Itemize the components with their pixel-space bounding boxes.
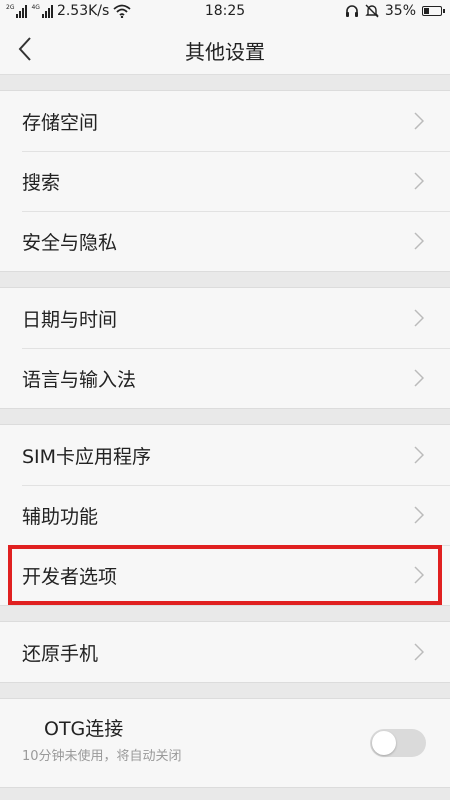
settings-item-search[interactable]: 搜索 — [0, 151, 450, 211]
settings-item-datetime[interactable]: 日期与时间 — [0, 288, 450, 348]
mute-icon — [365, 4, 379, 18]
toggle-knob — [372, 731, 396, 755]
chevron-right-icon — [414, 566, 424, 584]
settings-group-storage: 存储空间 搜索 安全与隐私 — [0, 90, 450, 272]
nav-bar: 其他设置 — [0, 24, 450, 75]
settings-item-label: 存储空间 — [22, 111, 99, 134]
settings-item-reset-phone[interactable]: 还原手机 — [0, 622, 450, 682]
status-bar: 2G 4G 2.53K/s 18:25 35% — [0, 0, 450, 24]
chevron-right-icon — [414, 309, 424, 327]
settings-item-label: 开发者选项 — [22, 565, 118, 588]
settings-item-sim-apps[interactable]: SIM卡应用程序 — [0, 425, 450, 485]
battery-percent: 35% — [384, 3, 416, 19]
settings-item-label: 辅助功能 — [22, 505, 99, 528]
otg-toggle[interactable] — [370, 729, 426, 757]
settings-item-label: 搜索 — [22, 171, 61, 194]
settings-item-security[interactable]: 安全与隐私 — [0, 211, 450, 271]
chevron-right-icon — [414, 112, 424, 130]
settings-item-storage[interactable]: 存储空间 — [0, 91, 450, 151]
settings-item-label: 日期与时间 — [22, 308, 118, 331]
settings-item-otg: OTG连接 10分钟未使用，将自动关闭 — [0, 699, 450, 787]
chevron-right-icon — [414, 506, 424, 524]
settings-group-apps: SIM卡应用程序 辅助功能 开发者选项 — [0, 424, 450, 606]
page-title: 其他设置 — [185, 40, 265, 64]
settings-group-reset: 还原手机 — [0, 621, 450, 683]
settings-group-otg: OTG连接 10分钟未使用，将自动关闭 — [0, 698, 450, 788]
otg-label: OTG连接 — [44, 718, 124, 740]
settings-group-datetime: 日期与时间 语言与输入法 — [0, 287, 450, 409]
chevron-right-icon — [414, 172, 424, 190]
chevron-right-icon — [414, 446, 424, 464]
settings-item-accessibility[interactable]: 辅助功能 — [0, 485, 450, 545]
chevron-right-icon — [414, 643, 424, 661]
chevron-right-icon — [414, 232, 424, 250]
battery-icon — [422, 6, 445, 16]
chevron-right-icon — [414, 369, 424, 387]
settings-item-label: SIM卡应用程序 — [22, 445, 152, 468]
settings-item-label: 语言与输入法 — [22, 368, 137, 391]
settings-item-language[interactable]: 语言与输入法 — [0, 348, 450, 408]
settings-item-label: 还原手机 — [22, 642, 99, 665]
headset-icon — [345, 5, 358, 17]
otg-subtitle: 10分钟未使用，将自动关闭 — [22, 749, 182, 764]
settings-item-developer-options[interactable]: 开发者选项 — [0, 545, 450, 605]
settings-item-label: 安全与隐私 — [22, 231, 118, 254]
